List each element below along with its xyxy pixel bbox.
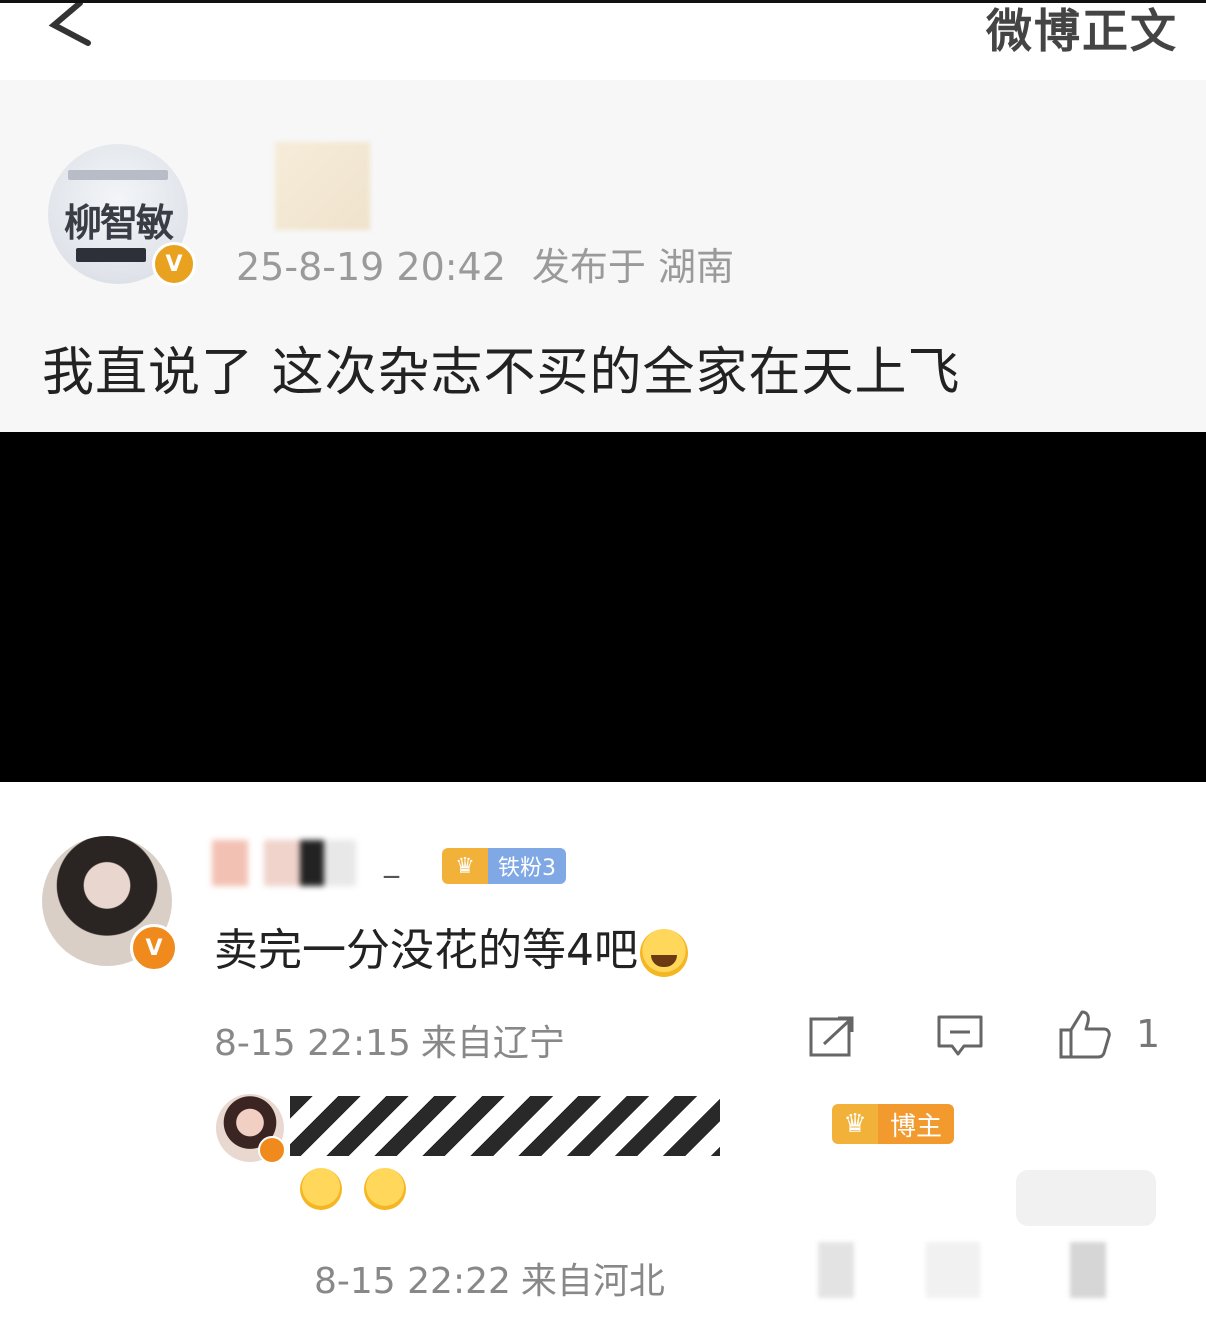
post-text: 我直说了 这次杂志不买的全家在天上飞 <box>42 343 961 403</box>
reply-emojis <box>300 1168 406 1210</box>
replier-name-redacted <box>290 1096 720 1156</box>
avatar-decoration <box>68 170 168 180</box>
post-card: 柳智敏 V 25-8-19 20:42 发布于 湖南 我直说了 这次杂志不买的全家… <box>0 80 1206 432</box>
top-bar: 微博正文 <box>0 0 1206 83</box>
laugh-cry-emoji-icon <box>640 929 688 977</box>
comment-location: 来自辽宁 <box>420 1023 565 1064</box>
reply-time: 8-15 22:22 <box>314 1261 511 1302</box>
reply-location: 来自河北 <box>520 1261 665 1302</box>
reply-actions-blurred <box>818 1242 1178 1298</box>
like-count: 1 <box>1136 1012 1161 1056</box>
page-title: 微博正文 <box>986 4 1178 58</box>
thumbs-up-icon[interactable] <box>1058 1008 1112 1060</box>
fan-badge-label: 铁粉3 <box>488 848 566 884</box>
fan-level-badge: ♛ 铁粉3 <box>442 848 566 884</box>
commenter-name-redacted[interactable] <box>212 840 412 886</box>
comment-icon[interactable] <box>936 1014 984 1058</box>
verified-badge-icon: V <box>152 242 196 286</box>
smile-emoji-icon <box>364 1168 406 1210</box>
comment-time: 8-15 22:15 <box>214 1023 411 1064</box>
share-icon[interactable] <box>808 1014 856 1058</box>
verified-badge-icon <box>258 1136 286 1164</box>
comment-text-content: 卖完一分没花的等4吧 <box>214 925 638 976</box>
watermark-logo <box>1016 1170 1156 1226</box>
host-badge-label: 博主 <box>878 1104 955 1144</box>
post-location: 发布于 湖南 <box>531 245 734 289</box>
post-meta: 25-8-19 20:42 发布于 湖南 <box>236 236 734 291</box>
post-timestamp: 25-8-19 20:42 <box>236 245 506 289</box>
comment-text: 卖完一分没花的等4吧 <box>214 914 688 978</box>
redacted-block <box>0 432 1206 782</box>
smile-emoji-icon <box>300 1168 342 1210</box>
crown-icon: ♛ <box>832 1104 878 1144</box>
avatar-decoration <box>76 248 146 262</box>
verified-badge-icon: V <box>130 924 178 972</box>
back-arrow-icon[interactable] <box>40 3 110 53</box>
poster-name-redacted <box>275 142 370 230</box>
host-badge: ♛ 博主 <box>832 1104 955 1144</box>
commenter-name-suffix: _ <box>384 844 399 879</box>
reply-meta: 8-15 22:22 来自河北 <box>314 1252 665 1304</box>
crown-icon: ♛ <box>442 848 488 884</box>
comment-meta: 8-15 22:15 来自辽宁 <box>214 1014 565 1066</box>
avatar-text: 柳智敏 <box>63 201 174 245</box>
